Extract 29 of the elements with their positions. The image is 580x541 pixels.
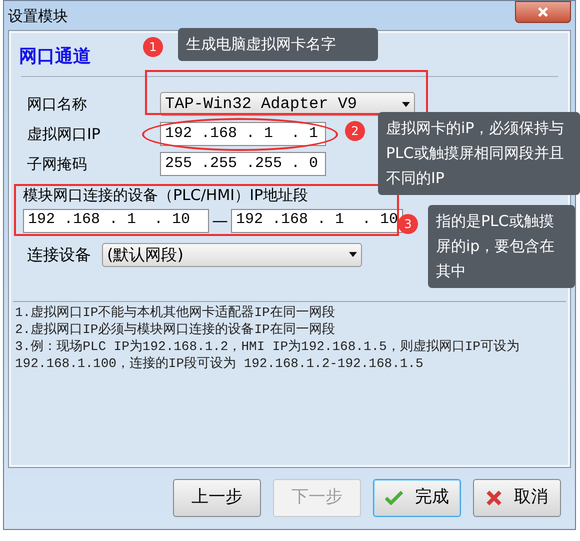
field-label: 连接设备	[27, 244, 92, 266]
dialog-button[interactable]: 完成	[373, 479, 461, 517]
check-icon	[385, 491, 403, 505]
dialog-button[interactable]: 取消	[473, 479, 561, 517]
ip-field[interactable]: 192 .168 . 1 . 10	[23, 208, 209, 232]
dropdown-select[interactable]: (默认网段)	[102, 242, 362, 266]
window-title: 设置模块	[8, 6, 68, 27]
close-button[interactable]	[515, 1, 571, 23]
ip-field[interactable]: 192 .168 . 1 . 1	[160, 122, 326, 146]
caret-icon	[402, 102, 410, 106]
range-label: 模块网口连接的设备（PLC/HMI）IP地址段	[23, 185, 310, 206]
callout-tooltip: 虚拟网卡的iP，必须保持与PLC或触摸屏相同网段并且不同的IP	[378, 112, 580, 195]
cross-icon	[486, 490, 502, 506]
dialog-button[interactable]: 上一步	[173, 479, 261, 517]
dropdown-select[interactable]: TAP-Win32 Adapter V9	[160, 92, 415, 116]
close-icon	[537, 6, 549, 18]
range-separator: —	[212, 210, 228, 232]
field-label: 网口名称	[27, 94, 88, 115]
field-label: 子网掩码	[27, 154, 88, 175]
section-title: 网口通道	[19, 46, 91, 67]
note-text: 1.虚拟网口IP不能与本机其他网卡适配器IP在同一网段	[15, 304, 336, 320]
field-label: 虚拟网口IP	[27, 124, 102, 145]
note-text: 3.例：现场PLC IP为192.168.1.2，HMI IP为192.168.1.5，则虚拟网口IP可设为192.168.1.100，连接的IP段可设为 192.168.1.2-192.168.1.5	[15, 338, 520, 372]
callout-tooltip: 指的是PLC或触摸屏的ip，要包含在其中	[428, 205, 575, 288]
callout-tooltip: 生成电脑虚拟网卡名字	[178, 28, 378, 61]
ip-field[interactable]: 255 .255 .255 . 0	[160, 152, 326, 176]
ip-field[interactable]: 192 .168 . 1 . 10	[231, 208, 403, 232]
note-text: 2.虚拟网口IP必须与模块网口连接的设备IP在同一网段	[15, 320, 336, 338]
caret-icon	[349, 252, 357, 257]
